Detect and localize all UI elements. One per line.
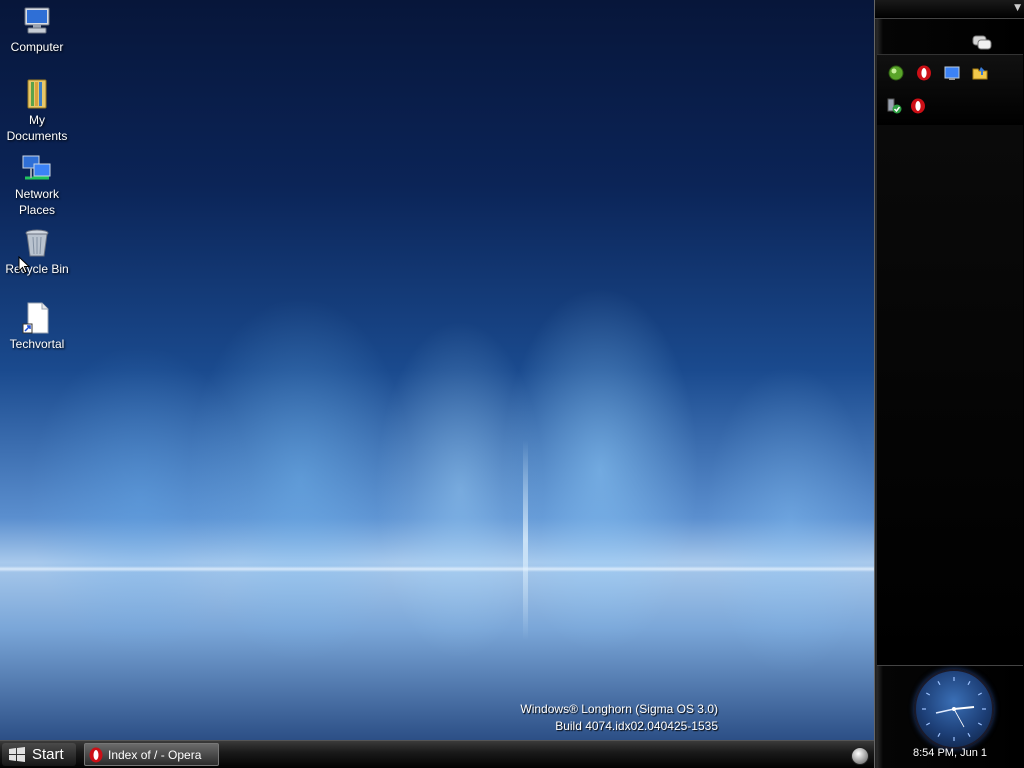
folder-icon[interactable] bbox=[972, 65, 988, 81]
clock-face-icon bbox=[922, 677, 986, 741]
network-icon bbox=[22, 155, 51, 180]
clock-time-label: 8:54 PM, Jun 1 bbox=[913, 747, 987, 759]
desktop-icon-techvortal[interactable]: Techvortal bbox=[0, 302, 74, 352]
opera-icon[interactable] bbox=[910, 98, 926, 114]
monitor-icon[interactable] bbox=[944, 65, 960, 81]
desktop-icon-label: Places bbox=[18, 203, 56, 217]
wallpaper-horizon-glow bbox=[0, 566, 874, 572]
clock-minute-hand bbox=[935, 708, 955, 714]
start-button[interactable]: Start bbox=[2, 743, 76, 766]
desktop-icon-recycle-bin[interactable]: Recycle Bin bbox=[0, 227, 74, 277]
screen: Computer My Documents Network Places Rec… bbox=[0, 0, 1024, 768]
mouse-pointer-icon bbox=[18, 256, 30, 274]
desktop-icon-label: Techvortal bbox=[9, 337, 65, 351]
analog-clock-gadget[interactable] bbox=[914, 669, 994, 749]
tray-status-orb-icon[interactable] bbox=[851, 747, 869, 765]
desktop-icon-label: Documents bbox=[6, 129, 68, 143]
shortcut-file-icon bbox=[22, 302, 49, 334]
clock-hour-hand bbox=[953, 706, 975, 710]
desktop-icon-label: Network bbox=[14, 187, 59, 201]
desktop-icon-label: My bbox=[29, 113, 45, 127]
desktop-icon-network-places[interactable]: Network Places bbox=[0, 152, 74, 218]
desktop-icon-label: Computer bbox=[10, 40, 64, 54]
desktop-icon-my-documents[interactable]: My Documents bbox=[0, 78, 74, 144]
security-check-icon[interactable] bbox=[886, 98, 902, 114]
taskbar-button-label: Index of / - Opera bbox=[108, 747, 202, 762]
start-label: Start bbox=[32, 746, 64, 763]
taskbar: Start Index of / - Opera bbox=[0, 740, 874, 768]
sidebar-header: ▼ bbox=[875, 0, 1024, 19]
chat-bubble-icon[interactable] bbox=[972, 35, 992, 51]
taskbar-button-opera[interactable]: Index of / - Opera bbox=[84, 743, 219, 766]
documents-folder-icon bbox=[27, 79, 47, 109]
watermark-line-2: Build 4074.idx02.040425-1535 bbox=[555, 719, 718, 733]
sidebar-panel bbox=[877, 125, 1023, 665]
sidebar-quick-launch-tile bbox=[877, 54, 1023, 126]
computer-icon bbox=[24, 7, 50, 34]
green-orb-icon[interactable] bbox=[888, 65, 904, 81]
opera-icon[interactable] bbox=[916, 65, 932, 81]
windows-logo-icon bbox=[9, 746, 25, 762]
recycle-bin-icon bbox=[25, 229, 49, 257]
sidebar: ▼ 8:54 PM, Jun 1 bbox=[874, 0, 1024, 768]
chevron-down-icon[interactable]: ▼ bbox=[1014, 3, 1021, 13]
desktop-icon-label: Recycle Bin bbox=[5, 262, 69, 276]
wallpaper-light-beam bbox=[523, 440, 528, 640]
os-build-watermark: Windows® Longhorn (Sigma OS 3.0) Build 4… bbox=[520, 701, 718, 735]
watermark-line-1: Windows® Longhorn (Sigma OS 3.0) bbox=[520, 702, 718, 716]
desktop-wallpaper[interactable]: Computer My Documents Network Places Rec… bbox=[0, 0, 874, 740]
desktop-icon-computer[interactable]: Computer bbox=[0, 5, 74, 55]
clock-second-hand bbox=[953, 708, 965, 728]
divider bbox=[877, 665, 1023, 666]
opera-icon bbox=[89, 747, 103, 762]
